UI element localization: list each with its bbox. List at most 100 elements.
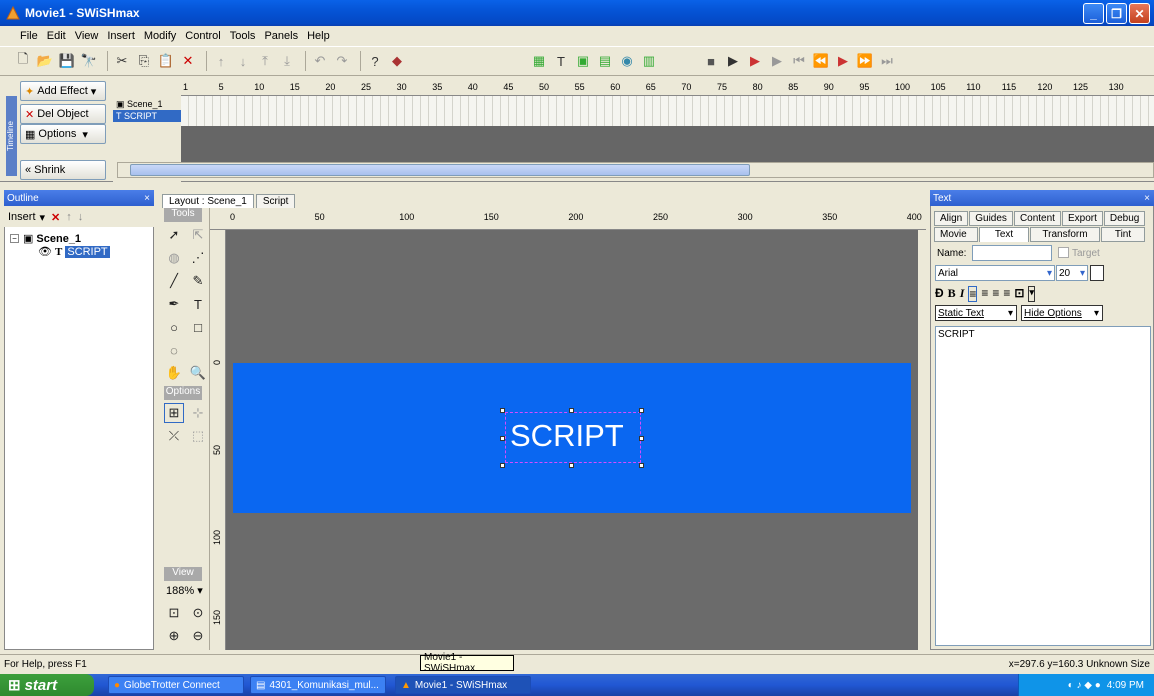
resize-handle-l[interactable] xyxy=(500,436,505,441)
cut-icon[interactable]: ✂ xyxy=(113,52,131,70)
menu-insert[interactable]: Insert xyxy=(107,30,135,42)
task-document[interactable]: ▤ 4301_Komunikasi_mul... xyxy=(250,676,386,694)
insert-sound-icon[interactable]: ◉ xyxy=(618,52,636,70)
timeline-side-tab[interactable]: Timeline xyxy=(6,96,17,176)
font-size-select[interactable]: 20 ▾ xyxy=(1056,265,1088,281)
tab-align[interactable]: Align xyxy=(934,211,969,226)
zoom-fit-icon[interactable]: ⊡ xyxy=(164,603,184,623)
find-icon[interactable]: 🔭 xyxy=(80,52,98,70)
resize-handle-r[interactable] xyxy=(639,436,644,441)
move-up-icon[interactable]: ↑ xyxy=(66,211,72,223)
resize-handle-tr[interactable] xyxy=(639,408,644,413)
pencil-icon[interactable]: ✎ xyxy=(188,271,208,291)
tab-guides[interactable]: Guides xyxy=(969,211,1013,226)
move-down-icon[interactable]: ↓ xyxy=(78,211,84,223)
align-left-icon[interactable]: ≡ xyxy=(968,286,978,302)
task-swishmax[interactable]: ▲ Movie1 - SWiSHmax xyxy=(395,676,531,694)
text-tool-icon[interactable]: T xyxy=(188,294,208,314)
move-top-icon[interactable]: ⤒ xyxy=(256,52,274,70)
motion-path-icon[interactable]: ◌ xyxy=(164,340,184,360)
timeline-scrollbar[interactable] xyxy=(117,162,1154,178)
close-button[interactable]: ✕ xyxy=(1129,3,1150,24)
swish-logo-icon[interactable]: ◆ xyxy=(388,52,406,70)
zoom-out-icon[interactable]: ⊖ xyxy=(188,626,208,646)
text-options-icon[interactable]: ⊡ xyxy=(1014,286,1024,302)
start-button[interactable]: ⊞ start xyxy=(0,674,94,696)
tree-scene-row[interactable]: − ▣ Scene_1 xyxy=(10,232,81,245)
stop-icon[interactable]: ■ xyxy=(702,52,720,70)
shrink-button[interactable]: « Shrink xyxy=(20,160,106,180)
chevron-down-icon[interactable]: ▾ xyxy=(40,211,46,224)
insert-text-icon[interactable]: T xyxy=(552,52,570,70)
tab-text[interactable]: Text xyxy=(979,227,1029,242)
name-input[interactable] xyxy=(972,245,1052,261)
play-icon[interactable]: ▶ xyxy=(724,52,742,70)
menu-help[interactable]: Help xyxy=(307,30,330,42)
paste-icon[interactable]: 📋 xyxy=(157,52,175,70)
pen-icon[interactable]: ✒ xyxy=(164,294,184,314)
insert-image-icon[interactable]: ▣ xyxy=(574,52,592,70)
play-timeline-icon[interactable]: ▶ xyxy=(768,52,786,70)
subselect-icon[interactable]: ⇱ xyxy=(188,225,208,245)
new-file-icon[interactable]: 🗋 xyxy=(14,51,32,70)
text-type-select[interactable]: Static Text ▾ xyxy=(935,305,1017,321)
add-effect-button[interactable]: ✦ Add Effect ▾ xyxy=(20,81,106,101)
insert-content-icon[interactable]: ▤ xyxy=(596,52,614,70)
bold-icon[interactable]: B xyxy=(948,286,956,302)
snap-icon[interactable]: ⊞ xyxy=(164,403,184,423)
open-folder-icon[interactable]: 📂 xyxy=(36,52,54,70)
insert-scene-icon[interactable]: ▦ xyxy=(530,52,548,70)
delete-icon[interactable]: ✕ xyxy=(51,211,60,224)
align-center-icon[interactable]: ≡ xyxy=(981,286,988,302)
transform-icon[interactable]: ⤫ xyxy=(164,426,184,446)
tab-tint[interactable]: Tint xyxy=(1101,227,1145,242)
timeline-scroll-thumb[interactable] xyxy=(130,164,750,176)
resize-handle-br[interactable] xyxy=(639,463,644,468)
help-pointer-icon[interactable]: ? xyxy=(366,52,384,70)
close-icon[interactable]: × xyxy=(144,193,150,204)
reshape-icon[interactable]: ⋰ xyxy=(188,248,208,268)
frame-grid[interactable] xyxy=(181,96,1154,126)
menu-tools[interactable]: Tools xyxy=(230,30,256,42)
tab-debug[interactable]: Debug xyxy=(1103,211,1146,226)
tab-script[interactable]: Script xyxy=(255,194,296,208)
chevron-down-icon[interactable]: ▾ xyxy=(1028,286,1036,302)
del-object-button[interactable]: ✕ Del Object xyxy=(20,104,106,124)
layer-scene[interactable]: ▣ Scene_1 xyxy=(113,98,181,110)
copy-icon[interactable]: ⎘ xyxy=(135,52,153,70)
text-content-editor[interactable]: SCRIPT xyxy=(935,326,1151,646)
distort-icon[interactable]: ⬚ xyxy=(188,426,208,446)
hand-icon[interactable]: ✋ xyxy=(164,363,184,383)
menu-panels[interactable]: Panels xyxy=(264,30,298,42)
tray-icons[interactable]: ◐ ♪ ◆ ● xyxy=(1068,680,1101,691)
task-globetrotter[interactable]: ● GlobeTrotter Connect xyxy=(108,676,244,694)
zoom-level-dropdown[interactable]: 188% ▾ xyxy=(160,581,209,600)
move-down-icon[interactable]: ↓ xyxy=(234,52,252,70)
text-color-swatch[interactable] xyxy=(1090,265,1104,281)
hide-options-button[interactable]: Hide Options ▾ xyxy=(1021,305,1103,321)
next-frame-icon[interactable]: ⏩ xyxy=(856,52,874,70)
select-arrow-icon[interactable]: ➚ xyxy=(164,225,184,245)
minimize-button[interactable]: _ xyxy=(1083,3,1104,24)
close-icon[interactable]: × xyxy=(1144,193,1150,204)
options-button[interactable]: ▦ Options ▾ xyxy=(20,124,106,144)
move-up-icon[interactable]: ↑ xyxy=(212,52,230,70)
resize-handle-tl[interactable] xyxy=(500,408,505,413)
tab-content[interactable]: Content xyxy=(1013,211,1061,226)
tab-movie[interactable]: Movie xyxy=(934,227,978,242)
last-frame-icon[interactable]: ⏭ xyxy=(878,52,896,70)
layer-script[interactable]: T SCRIPT xyxy=(113,110,181,122)
menu-control[interactable]: Control xyxy=(185,30,220,42)
align-right-icon[interactable]: ≡ xyxy=(992,286,999,302)
undo-icon[interactable]: ↶ xyxy=(311,52,329,70)
zoom-100-icon[interactable]: ⊙ xyxy=(188,603,208,623)
stage-scrollbar[interactable] xyxy=(918,230,926,650)
tree-script-row[interactable]: 👁 T SCRIPT xyxy=(38,245,110,258)
rectangle-icon[interactable]: □ xyxy=(188,317,208,337)
zoom-icon[interactable]: 🔍 xyxy=(188,363,208,383)
resize-handle-bl[interactable] xyxy=(500,463,505,468)
tab-layout[interactable]: Layout : Scene_1 xyxy=(162,194,254,208)
goto-frame-icon[interactable]: ▶ xyxy=(834,52,852,70)
menu-view[interactable]: View xyxy=(75,30,99,42)
menu-file[interactable]: File xyxy=(20,30,38,42)
